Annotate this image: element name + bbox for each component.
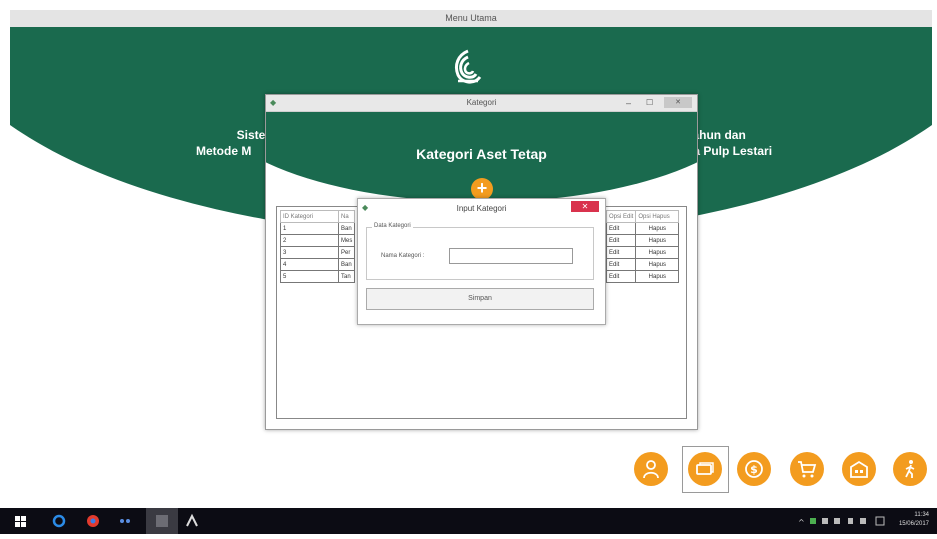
nama-kategori-label: Nama Kategori :	[381, 253, 425, 259]
kategori-header: Kategori Aset Tetap +	[266, 112, 697, 200]
cell-id: 4	[280, 258, 339, 271]
cell-id: 3	[280, 246, 339, 259]
cart-icon[interactable]	[790, 452, 824, 486]
svg-text:^: ^	[798, 518, 805, 527]
table-row[interactable]: 2 Mes	[280, 234, 356, 247]
add-category-button[interactable]: +	[471, 178, 493, 200]
table-row: Edit Hapus	[605, 222, 680, 235]
table-row: Edit Hapus	[605, 234, 680, 247]
exit-icon[interactable]	[893, 452, 927, 486]
simpan-button[interactable]: Simpan	[366, 288, 594, 310]
edit-link[interactable]: Edit	[605, 234, 637, 247]
windows-taskbar: ^ 11:34 15/06/2017	[0, 508, 937, 534]
kategori-window-title: Kategori	[466, 98, 497, 107]
dialog-title: Input Kategori	[456, 204, 507, 213]
kategori-heading: Kategori Aset Tetap	[416, 146, 547, 162]
asset-icon[interactable]	[688, 452, 722, 486]
header-delete: Opsi Hapus	[635, 210, 680, 223]
app-title-left: Sister	[220, 127, 270, 143]
windows-start-icon[interactable]	[14, 508, 28, 534]
edge-browser-icon[interactable]	[52, 508, 66, 534]
table-row: Edit Hapus	[605, 246, 680, 259]
user-icon[interactable]	[634, 452, 668, 486]
company-logo	[448, 47, 488, 89]
app-title-left-2: Metode M	[196, 143, 276, 159]
maximize-button[interactable]: ☐	[646, 95, 653, 111]
edit-link[interactable]: Edit	[605, 246, 637, 259]
cell-name: Per	[337, 246, 356, 259]
taskbar-clock[interactable]: 11:34 15/06/2017	[899, 511, 929, 529]
money-icon[interactable]: $	[737, 452, 771, 486]
cell-name: Tan	[337, 270, 356, 283]
input-kategori-dialog: ◆ Input Kategori ✕ Data Kategori Nama Ka…	[357, 198, 606, 325]
main-window-title: Menu Utama	[445, 13, 497, 23]
minimize-button[interactable]: –	[626, 95, 631, 111]
delete-link[interactable]: Hapus	[635, 258, 680, 271]
table-row[interactable]: 4 Ban	[280, 258, 356, 271]
chrome-icon[interactable]	[86, 508, 100, 534]
building-icon[interactable]	[842, 452, 876, 486]
edit-link[interactable]: Edit	[605, 222, 637, 235]
table-header-row: ID Kategori Na	[280, 210, 356, 223]
data-kategori-group: Data Kategori Nama Kategori :	[366, 223, 594, 280]
edit-link[interactable]: Edit	[605, 270, 637, 283]
table-row: Edit Hapus	[605, 270, 680, 283]
taskview-icon[interactable]	[118, 508, 136, 534]
cell-id: 1	[280, 222, 339, 235]
table-row[interactable]: 5 Tan	[280, 270, 356, 283]
nama-kategori-input[interactable]	[449, 248, 573, 264]
table-row[interactable]: 3 Per	[280, 246, 356, 259]
delete-link[interactable]: Hapus	[635, 222, 680, 235]
cell-id: 5	[280, 270, 339, 283]
main-window-titlebar: Menu Utama	[10, 10, 932, 28]
app-title-left-line2: Metode M	[196, 144, 252, 158]
app-icon[interactable]	[184, 508, 200, 534]
delete-link[interactable]: Hapus	[635, 246, 680, 259]
header-name: Na	[337, 210, 356, 223]
window-app-icon: ◆	[270, 98, 277, 107]
dialog-close-button[interactable]: ✕	[571, 201, 599, 212]
system-tray-icons[interactable]: ^	[796, 508, 896, 534]
app-title-right: Tahun dan ba Pulp Lestari	[686, 127, 806, 159]
clock-time: 11:34	[914, 512, 929, 518]
svg-text:$: $	[750, 463, 758, 476]
table-row[interactable]: 1 Ban	[280, 222, 356, 235]
kategori-table-left: ID Kategori Na 1 Ban 2 Mes 3 Per 4 Ban 5 Tan	[280, 210, 356, 283]
edit-link[interactable]: Edit	[605, 258, 637, 271]
cell-name: Mes	[337, 234, 356, 247]
table-row: Edit Hapus	[605, 258, 680, 271]
app-title-left-line1: Sister	[236, 128, 270, 142]
table-header-row: Opsi Edit Opsi Hapus	[605, 210, 680, 223]
header-edit: Opsi Edit	[605, 210, 637, 223]
group-label: Data Kategori	[372, 223, 413, 229]
cell-name: Ban	[337, 222, 356, 235]
cell-id: 2	[280, 234, 339, 247]
app-title-right-line2: ba Pulp Lestari	[686, 144, 773, 158]
active-app-icon[interactable]	[146, 508, 178, 534]
app-title-right-line1: Tahun dan	[686, 128, 746, 142]
header-id: ID Kategori	[280, 210, 339, 223]
delete-link[interactable]: Hapus	[635, 270, 680, 283]
close-button[interactable]: ✕	[664, 97, 692, 108]
clock-date: 15/06/2017	[898, 521, 929, 527]
kategori-table-right: Opsi Edit Opsi Hapus Edit Hapus Edit Hapus…	[605, 210, 680, 283]
kategori-titlebar: ◆ Kategori – ☐ ✕	[266, 95, 697, 112]
delete-link[interactable]: Hapus	[635, 234, 680, 247]
cell-name: Ban	[337, 258, 356, 271]
